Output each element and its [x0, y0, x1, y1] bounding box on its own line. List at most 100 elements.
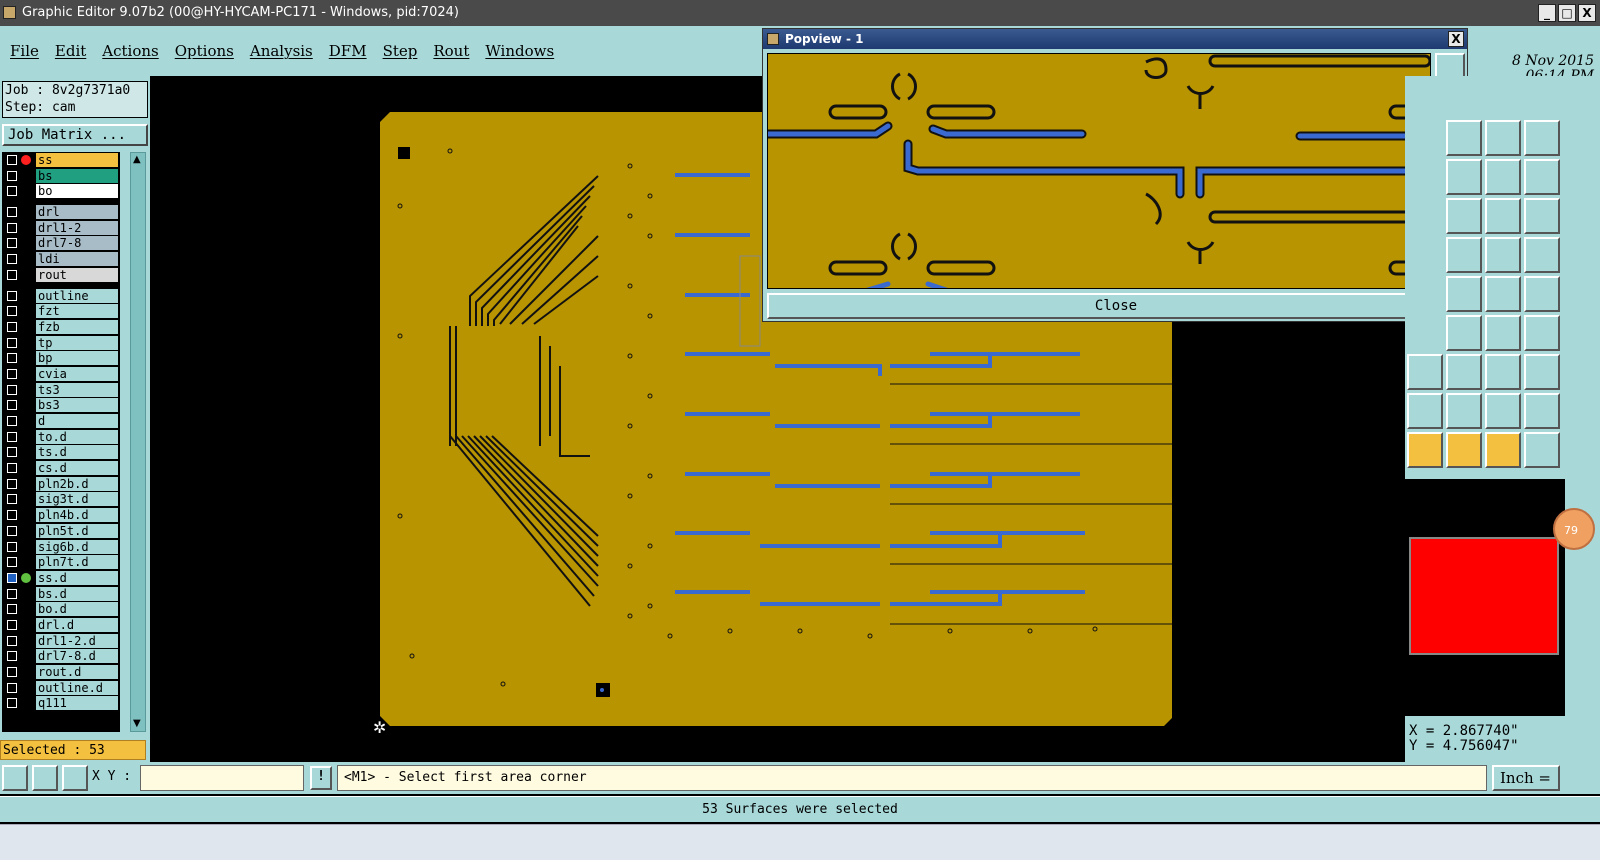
- layer-row[interactable]: drl.d: [2, 617, 120, 633]
- layer-name[interactable]: ldi: [36, 252, 118, 267]
- layer-name[interactable]: sig6b.d: [36, 539, 118, 554]
- move-icon[interactable]: [1524, 315, 1560, 351]
- layer-name[interactable]: pln7t.d: [36, 555, 118, 570]
- redraw-icon[interactable]: [1524, 159, 1560, 195]
- measure-icon[interactable]: [1485, 159, 1521, 195]
- layer-checkbox[interactable]: [7, 254, 17, 265]
- menu-step[interactable]: Step: [383, 42, 418, 60]
- popview-window[interactable]: Popview - 1 X Close: [762, 28, 1468, 322]
- menu-dfm[interactable]: DFM: [329, 42, 367, 60]
- layer-checkbox[interactable]: [7, 525, 17, 536]
- layer-name[interactable]: drl: [36, 205, 118, 220]
- angle-icon[interactable]: [32, 765, 58, 791]
- layer-name[interactable]: pln4b.d: [36, 508, 118, 523]
- layer-checkbox[interactable]: [7, 207, 17, 218]
- layer-name[interactable]: outline: [36, 288, 118, 303]
- layer-checkbox[interactable]: [7, 604, 17, 615]
- cut-icon[interactable]: [1446, 354, 1482, 390]
- net-select-icon[interactable]: [1485, 237, 1521, 273]
- layer-name[interactable]: q111: [36, 696, 118, 711]
- layer-row[interactable]: pln7t.d: [2, 554, 120, 570]
- layer-checkbox[interactable]: [7, 635, 17, 646]
- layer-name[interactable]: ss.d: [36, 570, 118, 585]
- scale-one-to-two-icon[interactable]: [1446, 198, 1482, 234]
- layer-name[interactable]: ts3: [36, 382, 118, 397]
- layer-checkbox[interactable]: [7, 619, 17, 630]
- layer-checkbox[interactable]: [7, 494, 17, 505]
- surface-icon[interactable]: [1446, 393, 1482, 429]
- polygon-icon[interactable]: [1407, 393, 1443, 429]
- layer-checkbox[interactable]: [7, 238, 17, 249]
- layer-checkbox[interactable]: [7, 588, 17, 599]
- help-icon[interactable]: [1524, 198, 1560, 234]
- layer-checkbox[interactable]: [7, 337, 17, 348]
- layer-row[interactable]: bp: [2, 350, 120, 366]
- layer-checkbox[interactable]: [7, 698, 17, 709]
- layer-checkbox[interactable]: [7, 155, 17, 165]
- layer-row[interactable]: drl1-2: [2, 220, 120, 236]
- layer-name[interactable]: drl1-2: [36, 220, 118, 235]
- layer-checkbox[interactable]: [7, 353, 17, 364]
- layer-checkbox[interactable]: [7, 400, 17, 411]
- overview-viewport[interactable]: [1409, 537, 1559, 655]
- layer-row[interactable]: rout: [2, 267, 120, 283]
- layer-name[interactable]: cvia: [36, 366, 118, 381]
- layer-row[interactable]: ss.d: [2, 570, 120, 586]
- maximize-button[interactable]: □: [1558, 4, 1576, 22]
- layer-name[interactable]: ts.d: [36, 445, 118, 460]
- layer-checkbox[interactable]: [7, 416, 17, 426]
- pointer-area-icon[interactable]: [1446, 432, 1482, 468]
- menu-file[interactable]: File: [10, 42, 39, 60]
- layer-name[interactable]: ss: [36, 153, 118, 167]
- layer-name[interactable]: rout: [36, 267, 118, 282]
- menu-actions[interactable]: Actions: [102, 42, 158, 60]
- exclamation-button[interactable]: !: [310, 766, 332, 790]
- layer-name[interactable]: fzb: [36, 319, 118, 334]
- surface-fill-icon[interactable]: [1485, 393, 1521, 429]
- layer-name[interactable]: pln2b.d: [36, 476, 118, 491]
- layer-name[interactable]: bp: [36, 351, 118, 366]
- layer-name[interactable]: bs: [36, 168, 118, 183]
- surface-edit-icon[interactable]: [1524, 393, 1560, 429]
- layer-checkbox[interactable]: [7, 478, 17, 489]
- scroll-up-icon[interactable]: ▲: [133, 155, 143, 165]
- layer-row[interactable]: bo.d: [2, 601, 120, 617]
- popview-titlebar[interactable]: Popview - 1 X: [763, 29, 1467, 49]
- layer-row[interactable]: outline.d: [2, 680, 120, 696]
- layer-name[interactable]: d: [36, 414, 118, 428]
- layer-row[interactable]: d: [2, 413, 120, 429]
- layer-checkbox[interactable]: [7, 222, 17, 233]
- menu-edit[interactable]: Edit: [55, 42, 86, 60]
- resize-icon[interactable]: [1524, 354, 1560, 390]
- layer-row[interactable]: q111: [2, 695, 120, 711]
- stretch-icon[interactable]: [1485, 354, 1521, 390]
- layer-row[interactable]: drl7-8.d: [2, 648, 120, 664]
- menu-options[interactable]: Options: [175, 42, 234, 60]
- layer-row[interactable]: cs.d: [2, 460, 120, 476]
- layer-name[interactable]: sig3t.d: [36, 492, 118, 507]
- layer-row[interactable]: pln4b.d: [2, 507, 120, 523]
- layer-row[interactable]: outline: [2, 288, 120, 304]
- overview-map[interactable]: [1405, 479, 1565, 716]
- layer-row[interactable]: drl1-2.d: [2, 633, 120, 649]
- net-highlight-icon[interactable]: [1446, 237, 1482, 273]
- layer-list[interactable]: ss bs bo drl drl1-2 drl7-8 ldi rout outline fzt fz…: [2, 152, 120, 732]
- layer-checkbox[interactable]: [7, 170, 17, 181]
- layer-row[interactable]: sig6b.d: [2, 539, 120, 555]
- layer-checkbox[interactable]: [7, 682, 17, 693]
- layer-row[interactable]: fzb: [2, 319, 120, 335]
- line-add-icon[interactable]: [1485, 276, 1521, 312]
- scroll-down-icon[interactable]: ▼: [133, 719, 143, 729]
- resize-diagonal-icon[interactable]: [2, 765, 28, 791]
- layer-name[interactable]: drl1-2.d: [36, 633, 118, 648]
- layer-row[interactable]: fzt: [2, 303, 120, 319]
- pad-icon[interactable]: [1446, 276, 1482, 312]
- layer-checkbox[interactable]: [7, 510, 17, 521]
- popview-close-button[interactable]: Close: [767, 293, 1465, 319]
- layer-checkbox[interactable]: [7, 321, 17, 332]
- layer-row[interactable]: bs: [2, 168, 120, 184]
- layer-name[interactable]: bo.d: [36, 602, 118, 617]
- arc-icon[interactable]: [1446, 315, 1482, 351]
- notification-badge[interactable]: 79: [1553, 508, 1595, 550]
- layer-row[interactable]: pln5t.d: [2, 523, 120, 539]
